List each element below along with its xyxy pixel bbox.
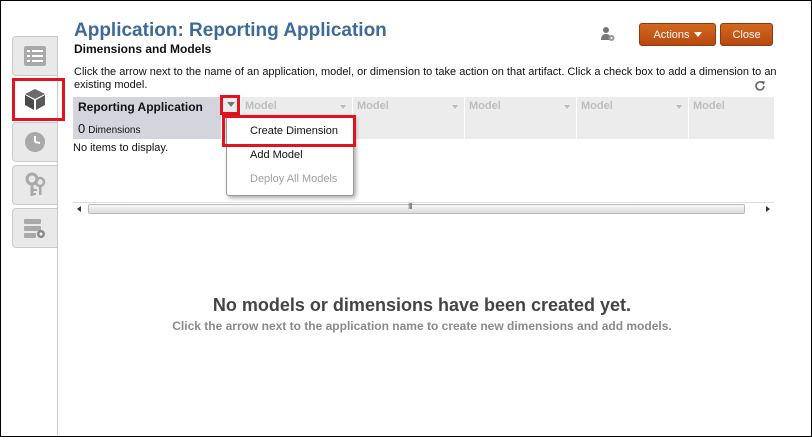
server-settings-icon <box>24 219 45 238</box>
scrollbar-grip: III <box>408 202 413 211</box>
empty-state-title: No models or dimensions have been create… <box>212 295 632 315</box>
dimension-count-label: Dimensions <box>88 125 141 136</box>
model-column-label: Model <box>581 100 613 112</box>
model-column-label: Model <box>693 100 725 112</box>
cube-icon <box>25 89 45 110</box>
horizontal-scrollbar[interactable]: III <box>73 202 774 215</box>
nav-divider <box>57 36 58 435</box>
clock-icon <box>25 132 45 152</box>
refresh-icon[interactable] <box>754 80 766 92</box>
page-subtitle: Dimensions and Models <box>74 42 212 56</box>
chevron-down-icon <box>452 105 458 109</box>
application-column-header: Reporting Application 0 Dimensions <box>73 97 222 139</box>
model-column-header[interactable]: Model <box>688 97 774 139</box>
scrollbar-thumb[interactable]: III <box>88 202 745 214</box>
model-column-label: Model <box>357 100 389 112</box>
chevron-down-icon <box>340 105 346 109</box>
nav-tab-security[interactable] <box>12 165 57 205</box>
close-button[interactable]: Close <box>720 23 773 46</box>
actions-button-label: Actions <box>653 28 690 41</box>
model-column-label: Model <box>469 100 501 112</box>
nav-tab-server[interactable] <box>12 208 57 248</box>
no-items-text: No items to display. <box>73 142 169 154</box>
model-column-header[interactable]: Model <box>464 97 576 139</box>
keys-icon <box>25 172 46 196</box>
nav-tab-history[interactable] <box>12 122 57 162</box>
actions-button[interactable]: Actions <box>639 23 716 46</box>
page-title: Application: Reporting Application <box>74 20 387 41</box>
model-column-header[interactable]: Model <box>576 97 688 139</box>
dimension-count: 0 Dimensions <box>78 121 140 136</box>
scroll-left-arrow-icon[interactable] <box>77 206 81 212</box>
instructions-text: Click the arrow next to the name of an a… <box>74 66 777 91</box>
model-column-header[interactable]: Model <box>352 97 464 139</box>
chevron-down-icon <box>564 105 570 109</box>
nav-tab-overview[interactable] <box>12 36 57 76</box>
nav-tab-dimensions[interactable] <box>12 79 57 119</box>
empty-state-subtitle: Click the arrow next to the application … <box>172 319 672 333</box>
chevron-down-icon <box>676 105 682 109</box>
application-context-menu: Create Dimension Add Model Deploy All Mo… <box>226 115 354 196</box>
menu-item-add-model[interactable]: Add Model <box>250 149 303 161</box>
scroll-right-arrow-icon[interactable] <box>766 206 770 212</box>
menu-item-create-dimension[interactable]: Create Dimension <box>250 125 338 137</box>
close-button-label: Close <box>732 28 761 41</box>
chevron-down-icon <box>226 102 235 107</box>
application-menu-arrow-button[interactable] <box>223 97 238 112</box>
application-name: Reporting Application <box>78 100 203 114</box>
list-icon <box>24 46 46 66</box>
model-column-label: Model <box>245 100 277 112</box>
chevron-down-icon <box>693 32 702 37</box>
menu-item-deploy-all-models: Deploy All Models <box>250 173 338 185</box>
user-settings-icon[interactable] <box>601 26 615 42</box>
dimension-count-value: 0 <box>78 121 86 136</box>
